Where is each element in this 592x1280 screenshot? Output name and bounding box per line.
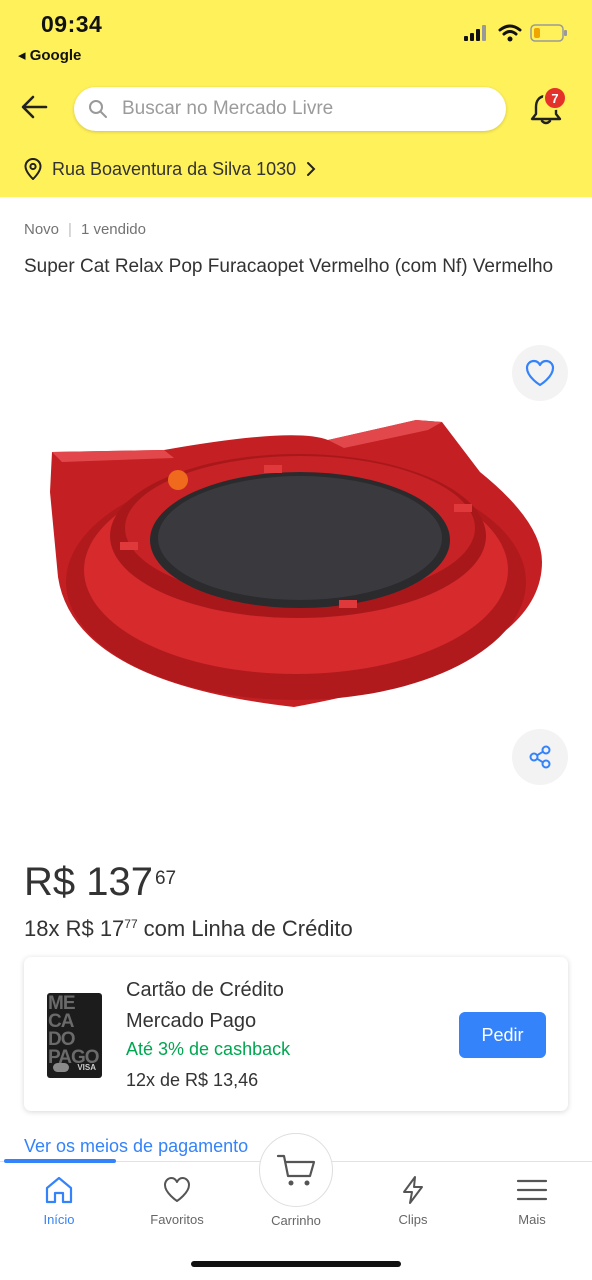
card-chip: [53, 1063, 69, 1072]
search-icon: [89, 100, 107, 118]
cashback-text: Até 3% de cashback: [126, 1039, 291, 1059]
chevron-right-icon: [307, 162, 316, 176]
home-icon: [45, 1176, 73, 1204]
product-image[interactable]: [44, 412, 548, 712]
location-pin-icon: [24, 158, 42, 180]
menu-icon: [516, 1179, 548, 1201]
active-tab-indicator: [4, 1159, 116, 1163]
request-card-button[interactable]: Pedir: [459, 1012, 546, 1058]
card-logo-text: ME CA DO PAGO: [48, 993, 100, 1068]
tab-mais[interactable]: Mais: [477, 1175, 587, 1227]
card-installments: 12x de R$ 13,46: [126, 1070, 259, 1090]
product-meta: Novo | 1 vendido: [24, 221, 146, 238]
product-sold-count: 1 vendido: [80, 221, 146, 238]
search-placeholder: Buscar no Mercado Livre: [122, 98, 334, 119]
favorite-button[interactable]: [512, 345, 568, 401]
address-text: Rua Boaventura da Silva 1030: [52, 158, 297, 179]
installments-suffix: com Linha de Crédito: [143, 916, 353, 941]
status-icons: [464, 24, 568, 42]
payment-methods-link[interactable]: Ver os meios de pagamento: [24, 1136, 248, 1157]
credit-card-title: Cartão de Crédito Mercado Pago: [126, 975, 386, 1037]
installments-prefix: 18x R$ 17: [24, 916, 125, 941]
tab-label: Mais: [518, 1212, 546, 1227]
credit-card-title-line1: Cartão de Crédito: [126, 979, 284, 1001]
battery-icon: [530, 24, 567, 42]
tab-label: Início: [43, 1212, 75, 1227]
back-to-app-link[interactable]: ◂ Google: [18, 46, 81, 64]
notification-badge: 7: [543, 86, 567, 110]
tab-carrinho[interactable]: [259, 1133, 333, 1207]
tab-inicio[interactable]: Início: [4, 1175, 114, 1227]
heart-icon: [164, 1177, 190, 1202]
share-icon: [529, 745, 551, 769]
wifi-icon: [498, 24, 522, 42]
back-arrow-icon[interactable]: [18, 92, 50, 122]
installments-info: 18x R$ 17 77 com Linha de Crédito: [24, 916, 353, 942]
meta-divider: |: [68, 221, 72, 238]
cart-icon: [276, 1154, 316, 1186]
home-indicator[interactable]: [191, 1261, 401, 1267]
price-main: R$ 137: [24, 860, 153, 904]
product-price: R$ 137 67: [24, 858, 176, 906]
price-cents: 67: [154, 868, 177, 889]
heart-icon: [525, 359, 555, 387]
share-button[interactable]: [512, 729, 568, 785]
tab-label: Carrinho: [271, 1213, 321, 1228]
delivery-address[interactable]: Rua Boaventura da Silva 1030: [24, 158, 316, 180]
credit-card-image: ME CA DO PAGO VISA: [47, 993, 102, 1078]
tab-clips[interactable]: Clips: [358, 1175, 468, 1227]
signal-icon: [464, 25, 486, 41]
card-brand: VISA: [77, 1063, 96, 1072]
product-condition: Novo: [24, 221, 60, 238]
credit-card-offer: ME CA DO PAGO VISA Cartão de Crédito Mer…: [24, 957, 568, 1111]
status-time: 09:34: [41, 11, 103, 37]
back-app-label: Google: [29, 47, 82, 64]
tab-label: Favoritos: [150, 1212, 204, 1227]
product-title: Super Cat Relax Pop Furacaopet Vermelho …: [24, 256, 554, 277]
credit-card-title-line2: Mercado Pago: [126, 1010, 257, 1032]
clips-icon: [403, 1176, 423, 1204]
search-input[interactable]: Buscar no Mercado Livre: [74, 87, 506, 131]
tab-label: Clips: [398, 1212, 428, 1227]
tab-favoritos[interactable]: Favoritos: [122, 1175, 232, 1227]
installments-cents: 77: [124, 917, 138, 931]
